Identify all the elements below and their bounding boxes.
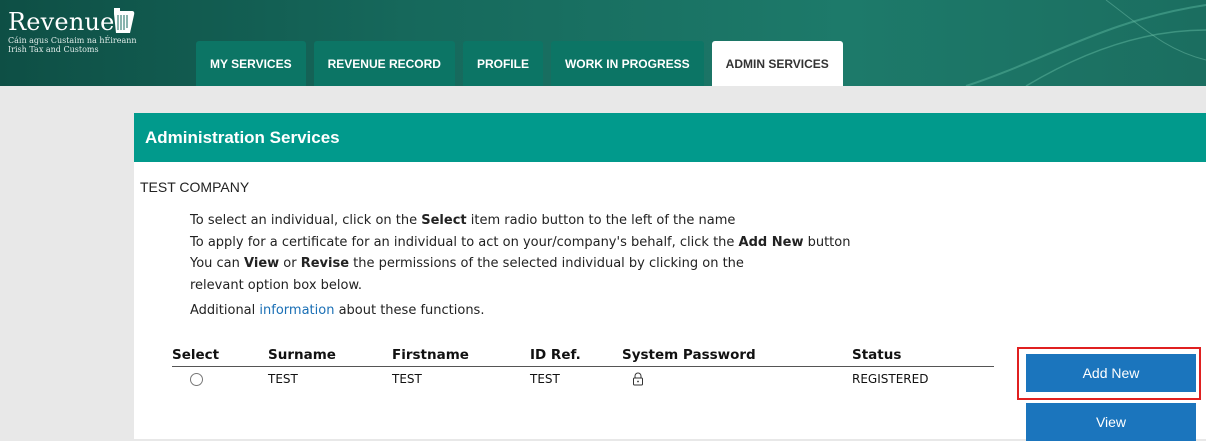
instruction-line-select: To select an individual, click on the Se… bbox=[190, 213, 736, 228]
column-header-select: Select bbox=[172, 347, 220, 363]
table-row: TEST TEST TEST REGISTERED bbox=[172, 367, 994, 390]
logo-subtitle-irish: Cáin agus Custaim na hÉireann bbox=[8, 36, 137, 45]
lock-icon bbox=[633, 372, 643, 386]
instructions: To select an individual, click on the Se… bbox=[190, 210, 850, 322]
decorative-swoosh bbox=[965, 0, 1206, 86]
main-nav-tabs: MY SERVICES REVENUE RECORD PROFILE WORK … bbox=[196, 41, 843, 86]
site-header: Revenue Cáin agus Custaim na hÉireann Ir… bbox=[0, 0, 1206, 86]
view-button[interactable]: View bbox=[1026, 403, 1196, 441]
information-link[interactable]: information bbox=[259, 303, 334, 318]
select-radio[interactable] bbox=[190, 373, 203, 386]
column-header-status: Status bbox=[852, 347, 902, 363]
surname-cell: TEST bbox=[268, 372, 298, 386]
tab-work-in-progress[interactable]: WORK IN PROGRESS bbox=[550, 41, 704, 86]
individuals-table: Select Surname Firstname ID Ref. System … bbox=[172, 347, 994, 389]
select-cell bbox=[172, 367, 268, 390]
add-new-button[interactable]: Add New bbox=[1026, 354, 1196, 392]
instruction-line-view-revise: You can View or Revise the permissions o… bbox=[190, 256, 744, 271]
harp-icon bbox=[114, 8, 135, 33]
tab-profile[interactable]: PROFILE bbox=[462, 41, 543, 86]
status-cell: REGISTERED bbox=[852, 372, 929, 386]
table-header-row: Select Surname Firstname ID Ref. System … bbox=[172, 347, 994, 367]
tab-admin-services[interactable]: ADMIN SERVICES bbox=[711, 41, 843, 86]
column-header-id-ref: ID Ref. bbox=[530, 347, 581, 363]
column-header-surname: Surname bbox=[268, 347, 336, 363]
firstname-cell: TEST bbox=[392, 372, 422, 386]
id-ref-cell: TEST bbox=[530, 372, 560, 386]
tab-my-services[interactable]: MY SERVICES bbox=[196, 41, 306, 86]
logo-subtitle-english: Irish Tax and Customs bbox=[8, 45, 99, 54]
instruction-line-information: Additional information about these funct… bbox=[190, 303, 485, 318]
instruction-line-option-box: relevant option box below. bbox=[190, 277, 363, 293]
company-name: TEST COMPANY bbox=[140, 179, 250, 195]
instruction-line-add-new: To apply for a certificate for an indivi… bbox=[190, 234, 851, 250]
panel-title: Administration Services bbox=[134, 113, 1206, 162]
column-header-system-password: System Password bbox=[622, 347, 756, 363]
tab-revenue-record[interactable]: REVENUE RECORD bbox=[313, 41, 455, 86]
admin-services-panel: Administration Services TEST COMPANY To … bbox=[134, 113, 1206, 441]
column-header-firstname: Firstname bbox=[392, 347, 469, 363]
password-cell bbox=[622, 367, 852, 390]
